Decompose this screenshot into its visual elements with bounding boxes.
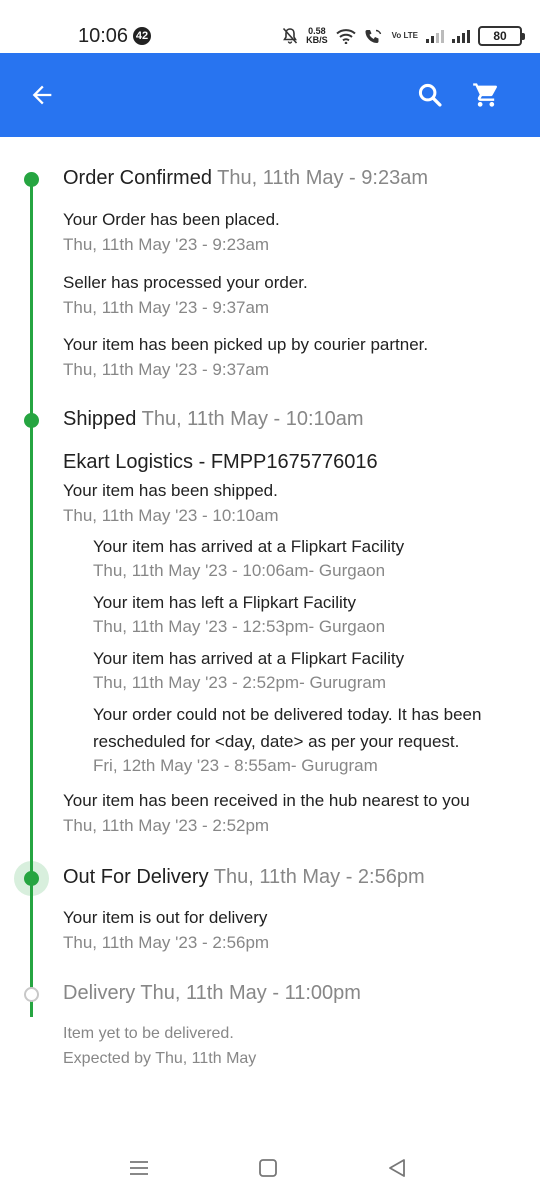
list-item: Your item has arrived at a Flipkart Faci… (93, 533, 404, 582)
list-item: Your item has arrived at a Flipkart Faci… (93, 645, 404, 694)
event-time: Thu, 11th May '23 - 9:37am (63, 298, 270, 317)
event-text: Your Order has been placed. (63, 210, 280, 229)
event-text: Your item is out for delivery (63, 908, 268, 927)
wifi-icon (335, 29, 356, 44)
signal-strength-2-icon (452, 29, 470, 43)
search-icon (418, 83, 442, 107)
list-item: Your item is out for delivery Thu, 11th … (63, 907, 269, 954)
status-icons: 0.58 KB/S Vo LTE 80 (282, 25, 525, 47)
event-time: Thu, 11th May '23 - 9:37am (63, 360, 270, 379)
event-text: rescheduled for <day, date> as per your … (93, 732, 460, 751)
stage-out-for-delivery: Out For Delivery Thu, 11th May - 2:56pm (63, 866, 425, 889)
status-bar: 10:06 42 0.58 KB/S Vo LTE 80 (0, 0, 540, 53)
stage-order-confirmed: Order Confirmed Thu, 11th May - 9:23am (63, 167, 428, 190)
list-item: Your item has left a Flipkart Facility T… (93, 589, 385, 638)
back-button[interactable] (24, 77, 60, 113)
event-text: Your item has been shipped. (63, 481, 278, 500)
list-item: Your Order has been placed. Thu, 11th Ma… (63, 209, 280, 256)
event-text: Your item has been received in the hub n… (63, 791, 470, 810)
list-item: Seller has processed your order. Thu, 11… (63, 272, 308, 319)
stage-title: Out For Delivery (63, 866, 209, 888)
timeline-dot-pending (24, 987, 39, 1002)
event-text: Seller has processed your order. (63, 273, 308, 292)
stage-date: Thu, 11th May - 9:23am (217, 167, 428, 189)
stage-date: Thu, 11th May - 10:10am (141, 408, 364, 430)
event-time: Thu, 11th May '23 - 9:23am (63, 235, 270, 254)
pending-text: Item yet to be delivered. (63, 1025, 234, 1042)
mute-icon (283, 27, 298, 44)
system-back-button[interactable] (385, 1156, 409, 1180)
signal-strength-icon (426, 29, 444, 43)
expected-date: Expected by Thu, 11th May (63, 1050, 257, 1067)
search-button[interactable] (412, 77, 448, 113)
home-button[interactable] (256, 1156, 280, 1180)
list-item: Your item has been received in the hub n… (63, 790, 470, 837)
delivery-pending-info: Item yet to be delivered. Expected by Th… (63, 1023, 256, 1070)
event-time: Thu, 11th May '23 - 10:06am- Gurgaon (93, 561, 386, 580)
volte-indicator: Vo LTE (391, 31, 418, 40)
wifi-calling-icon (365, 29, 381, 43)
notification-count-badge: 42 (133, 27, 151, 45)
event-text: Your order could not be delivered today.… (93, 705, 482, 724)
courier-tracking-id: Ekart Logistics - FMPP1675776016 (63, 451, 378, 473)
event-text: Your item has arrived at a Flipkart Faci… (93, 649, 405, 668)
cart-icon (473, 83, 498, 107)
event-text: Your item has left a Flipkart Facility (93, 593, 356, 612)
timeline-dot-shipped (24, 413, 39, 428)
event-time: Thu, 11th May '23 - 10:10am (63, 506, 279, 525)
event-text: Your item has arrived at a Flipkart Faci… (93, 537, 405, 556)
recents-icon (130, 1161, 148, 1175)
list-item: Your order could not be delivered today.… (93, 701, 481, 777)
timeline-progress-line (30, 179, 33, 1017)
stage-date: Thu, 11th May - 2:56pm (213, 866, 425, 888)
order-tracking-timeline: Order Confirmed Thu, 11th May - 9:23am Y… (0, 137, 540, 1127)
network-speed: 0.58 KB/S (306, 27, 328, 45)
stage-title: Shipped (63, 408, 137, 430)
cart-button[interactable] (468, 77, 504, 113)
timeline-dot-current (24, 871, 39, 886)
network-speed-unit: KB/S (306, 35, 328, 45)
stage-delivery: Delivery Thu, 11th May - 11:00pm (63, 982, 361, 1004)
recents-button[interactable] (127, 1156, 151, 1180)
event-time: Thu, 11th May '23 - 2:52pm (63, 816, 270, 835)
stage-title: Order Confirmed (63, 167, 212, 189)
back-icon (389, 1159, 405, 1177)
event-text: Your item has been picked up by courier … (63, 335, 429, 354)
timeline-dot-confirmed (24, 172, 39, 187)
status-time: 10:06 (78, 25, 129, 47)
home-icon (259, 1159, 277, 1177)
list-item: Your item has been shipped. Thu, 11th Ma… (63, 480, 279, 527)
system-nav-bar (0, 1130, 540, 1200)
list-item: Your item has been picked up by courier … (63, 334, 428, 381)
app-bar (0, 53, 540, 137)
event-time: Thu, 11th May '23 - 2:52pm- Gurugram (93, 673, 387, 692)
event-time: Thu, 11th May '23 - 12:53pm- Gurgaon (93, 617, 386, 636)
event-time: Thu, 11th May '23 - 2:56pm (63, 933, 270, 952)
event-time: Fri, 12th May '23 - 8:55am- Gurugram (93, 756, 378, 775)
battery-icon: 80 (478, 26, 525, 46)
back-arrow-icon (32, 85, 52, 105)
stage-shipped: Shipped Thu, 11th May - 10:10am (63, 408, 364, 431)
